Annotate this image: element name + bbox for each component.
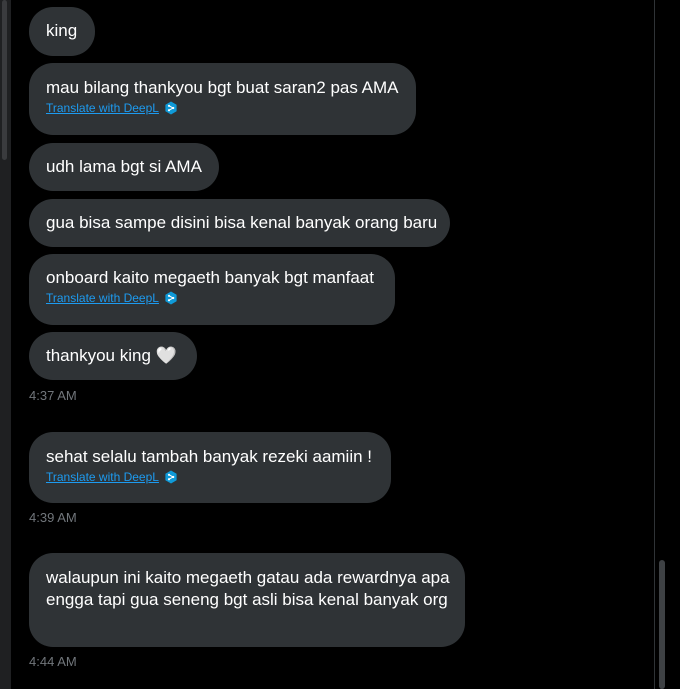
message-text: onboard kaito megaeth banyak bgt manfaat: [46, 268, 374, 287]
message-bubble[interactable]: mau bilang thankyou bgt buat saran2 pas …: [29, 63, 416, 135]
translate-with-deepl-link[interactable]: Translate with DeepL: [46, 101, 159, 115]
scrollbar-thumb[interactable]: [659, 560, 665, 689]
message-text: sehat selalu tambah banyak rezeki aamiin…: [46, 447, 373, 466]
message-timestamp: 4:39 AM: [29, 510, 77, 525]
message-text: king: [46, 21, 78, 40]
sidebar-scrollbar-thumb[interactable]: [2, 0, 7, 160]
deepl-icon: [165, 470, 177, 484]
message-text: mau bilang thankyou bgt buat saran2 pas …: [46, 78, 399, 97]
translate-row: Translate with DeepL: [46, 101, 399, 115]
deepl-icon: [165, 101, 177, 115]
sidebar-scroll-strip: [0, 0, 11, 689]
message-bubble[interactable]: gua bisa sampe disini bisa kenal banyak …: [29, 199, 450, 247]
message-text: thankyou king 🤍: [46, 346, 177, 365]
message-timestamp: 4:37 AM: [29, 388, 77, 403]
message-bubble[interactable]: king: [29, 7, 95, 56]
message-bubble[interactable]: udh lama bgt si AMA: [29, 143, 219, 191]
message-text: gua bisa sampe disini bisa kenal banyak …: [46, 213, 438, 232]
panel-divider: [654, 0, 655, 689]
dm-conversation: king mau bilang thankyou bgt buat saran2…: [0, 0, 680, 689]
translate-with-deepl-link[interactable]: Translate with DeepL: [46, 291, 159, 305]
message-bubble[interactable]: onboard kaito megaeth banyak bgt manfaat…: [29, 254, 395, 325]
message-text: walaupun ini kaito megaeth gatau ada rew…: [46, 568, 450, 609]
message-timestamp: 4:44 AM: [29, 654, 77, 669]
message-text: udh lama bgt si AMA: [46, 157, 202, 176]
translate-row: Translate with DeepL: [46, 291, 378, 305]
message-bubble[interactable]: walaupun ini kaito megaeth gatau ada rew…: [29, 553, 465, 647]
message-bubble[interactable]: sehat selalu tambah banyak rezeki aamiin…: [29, 432, 391, 503]
translate-with-deepl-link[interactable]: Translate with DeepL: [46, 470, 159, 484]
message-bubble[interactable]: thankyou king 🤍: [29, 332, 197, 380]
translate-row: Translate with DeepL: [46, 470, 374, 484]
deepl-icon: [165, 291, 177, 305]
